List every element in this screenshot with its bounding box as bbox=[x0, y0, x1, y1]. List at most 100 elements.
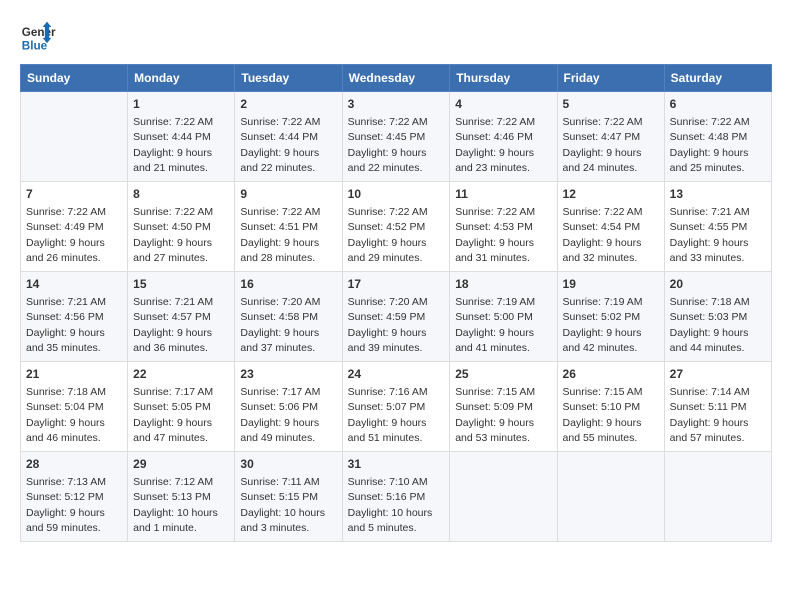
header-day: Sunday bbox=[21, 65, 128, 92]
day-number: 27 bbox=[670, 366, 766, 383]
calendar-cell: 31 Sunrise: 7:10 AM Sunset: 5:16 PM Dayl… bbox=[342, 452, 450, 542]
calendar-table: SundayMondayTuesdayWednesdayThursdayFrid… bbox=[20, 64, 772, 542]
sunrise-info: Sunrise: 7:22 AM bbox=[563, 206, 643, 218]
sunset-info: Sunset: 5:15 PM bbox=[240, 491, 318, 503]
calendar-cell: 14 Sunrise: 7:21 AM Sunset: 4:56 PM Dayl… bbox=[21, 272, 128, 362]
calendar-cell: 26 Sunrise: 7:15 AM Sunset: 5:10 PM Dayl… bbox=[557, 362, 664, 452]
day-number: 19 bbox=[563, 276, 659, 293]
sunrise-info: Sunrise: 7:20 AM bbox=[240, 296, 320, 308]
sunset-info: Sunset: 5:05 PM bbox=[133, 401, 211, 413]
day-number: 14 bbox=[26, 276, 122, 293]
daylight-info: Daylight: 9 hours and 31 minutes. bbox=[455, 237, 534, 264]
calendar-cell: 15 Sunrise: 7:21 AM Sunset: 4:57 PM Dayl… bbox=[128, 272, 235, 362]
sunrise-info: Sunrise: 7:21 AM bbox=[670, 206, 750, 218]
daylight-info: Daylight: 9 hours and 47 minutes. bbox=[133, 417, 212, 444]
day-number: 12 bbox=[563, 186, 659, 203]
calendar-cell: 9 Sunrise: 7:22 AM Sunset: 4:51 PM Dayli… bbox=[235, 182, 342, 272]
day-number: 10 bbox=[348, 186, 445, 203]
sunrise-info: Sunrise: 7:10 AM bbox=[348, 476, 428, 488]
daylight-info: Daylight: 9 hours and 32 minutes. bbox=[563, 237, 642, 264]
svg-text:General: General bbox=[22, 26, 56, 39]
sunrise-info: Sunrise: 7:22 AM bbox=[348, 206, 428, 218]
calendar-cell: 11 Sunrise: 7:22 AM Sunset: 4:53 PM Dayl… bbox=[450, 182, 557, 272]
calendar-cell: 21 Sunrise: 7:18 AM Sunset: 5:04 PM Dayl… bbox=[21, 362, 128, 452]
daylight-info: Daylight: 9 hours and 44 minutes. bbox=[670, 327, 749, 354]
sunset-info: Sunset: 4:56 PM bbox=[26, 311, 104, 323]
svg-text:Blue: Blue bbox=[22, 40, 48, 53]
sunset-info: Sunset: 4:46 PM bbox=[455, 131, 533, 143]
day-number: 2 bbox=[240, 96, 336, 113]
sunrise-info: Sunrise: 7:12 AM bbox=[133, 476, 213, 488]
day-number: 22 bbox=[133, 366, 229, 383]
calendar-cell: 19 Sunrise: 7:19 AM Sunset: 5:02 PM Dayl… bbox=[557, 272, 664, 362]
sunrise-info: Sunrise: 7:22 AM bbox=[455, 206, 535, 218]
calendar-cell: 24 Sunrise: 7:16 AM Sunset: 5:07 PM Dayl… bbox=[342, 362, 450, 452]
sunset-info: Sunset: 5:07 PM bbox=[348, 401, 426, 413]
daylight-info: Daylight: 9 hours and 42 minutes. bbox=[563, 327, 642, 354]
daylight-info: Daylight: 9 hours and 41 minutes. bbox=[455, 327, 534, 354]
header-day: Saturday bbox=[664, 65, 771, 92]
sunrise-info: Sunrise: 7:19 AM bbox=[563, 296, 643, 308]
sunset-info: Sunset: 5:13 PM bbox=[133, 491, 211, 503]
header-day: Friday bbox=[557, 65, 664, 92]
calendar-cell: 30 Sunrise: 7:11 AM Sunset: 5:15 PM Dayl… bbox=[235, 452, 342, 542]
sunset-info: Sunset: 5:02 PM bbox=[563, 311, 641, 323]
day-number: 20 bbox=[670, 276, 766, 293]
daylight-info: Daylight: 9 hours and 22 minutes. bbox=[240, 147, 319, 174]
day-number: 24 bbox=[348, 366, 445, 383]
sunrise-info: Sunrise: 7:20 AM bbox=[348, 296, 428, 308]
daylight-info: Daylight: 9 hours and 46 minutes. bbox=[26, 417, 105, 444]
sunrise-info: Sunrise: 7:14 AM bbox=[670, 386, 750, 398]
day-number: 18 bbox=[455, 276, 551, 293]
day-number: 28 bbox=[26, 456, 122, 473]
calendar-cell: 27 Sunrise: 7:14 AM Sunset: 5:11 PM Dayl… bbox=[664, 362, 771, 452]
calendar-week-row: 28 Sunrise: 7:13 AM Sunset: 5:12 PM Dayl… bbox=[21, 452, 772, 542]
daylight-info: Daylight: 9 hours and 25 minutes. bbox=[670, 147, 749, 174]
calendar-cell: 7 Sunrise: 7:22 AM Sunset: 4:49 PM Dayli… bbox=[21, 182, 128, 272]
daylight-info: Daylight: 9 hours and 37 minutes. bbox=[240, 327, 319, 354]
calendar-cell: 29 Sunrise: 7:12 AM Sunset: 5:13 PM Dayl… bbox=[128, 452, 235, 542]
sunrise-info: Sunrise: 7:13 AM bbox=[26, 476, 106, 488]
sunset-info: Sunset: 4:44 PM bbox=[133, 131, 211, 143]
day-number: 5 bbox=[563, 96, 659, 113]
daylight-info: Daylight: 10 hours and 5 minutes. bbox=[348, 507, 433, 534]
daylight-info: Daylight: 9 hours and 49 minutes. bbox=[240, 417, 319, 444]
day-number: 21 bbox=[26, 366, 122, 383]
sunset-info: Sunset: 5:04 PM bbox=[26, 401, 104, 413]
sunset-info: Sunset: 5:09 PM bbox=[455, 401, 533, 413]
daylight-info: Daylight: 9 hours and 33 minutes. bbox=[670, 237, 749, 264]
daylight-info: Daylight: 9 hours and 57 minutes. bbox=[670, 417, 749, 444]
sunrise-info: Sunrise: 7:11 AM bbox=[240, 476, 319, 488]
daylight-info: Daylight: 9 hours and 39 minutes. bbox=[348, 327, 427, 354]
sunrise-info: Sunrise: 7:17 AM bbox=[133, 386, 213, 398]
sunrise-info: Sunrise: 7:22 AM bbox=[133, 206, 213, 218]
sunrise-info: Sunrise: 7:22 AM bbox=[240, 116, 320, 128]
daylight-info: Daylight: 10 hours and 1 minute. bbox=[133, 507, 218, 534]
sunrise-info: Sunrise: 7:15 AM bbox=[563, 386, 643, 398]
page-header: General Blue bbox=[20, 20, 772, 56]
day-number: 16 bbox=[240, 276, 336, 293]
header-day: Tuesday bbox=[235, 65, 342, 92]
day-number: 8 bbox=[133, 186, 229, 203]
sunrise-info: Sunrise: 7:18 AM bbox=[26, 386, 106, 398]
sunset-info: Sunset: 4:45 PM bbox=[348, 131, 426, 143]
header-day: Thursday bbox=[450, 65, 557, 92]
calendar-cell: 23 Sunrise: 7:17 AM Sunset: 5:06 PM Dayl… bbox=[235, 362, 342, 452]
sunrise-info: Sunrise: 7:22 AM bbox=[455, 116, 535, 128]
day-number: 26 bbox=[563, 366, 659, 383]
daylight-info: Daylight: 9 hours and 36 minutes. bbox=[133, 327, 212, 354]
sunset-info: Sunset: 4:53 PM bbox=[455, 221, 533, 233]
sunrise-info: Sunrise: 7:15 AM bbox=[455, 386, 535, 398]
calendar-week-row: 14 Sunrise: 7:21 AM Sunset: 4:56 PM Dayl… bbox=[21, 272, 772, 362]
daylight-info: Daylight: 9 hours and 29 minutes. bbox=[348, 237, 427, 264]
calendar-cell bbox=[664, 452, 771, 542]
daylight-info: Daylight: 9 hours and 53 minutes. bbox=[455, 417, 534, 444]
calendar-cell: 12 Sunrise: 7:22 AM Sunset: 4:54 PM Dayl… bbox=[557, 182, 664, 272]
sunrise-info: Sunrise: 7:22 AM bbox=[670, 116, 750, 128]
sunset-info: Sunset: 4:54 PM bbox=[563, 221, 641, 233]
sunrise-info: Sunrise: 7:17 AM bbox=[240, 386, 320, 398]
day-number: 15 bbox=[133, 276, 229, 293]
header-row: SundayMondayTuesdayWednesdayThursdayFrid… bbox=[21, 65, 772, 92]
day-number: 6 bbox=[670, 96, 766, 113]
sunset-info: Sunset: 4:58 PM bbox=[240, 311, 318, 323]
